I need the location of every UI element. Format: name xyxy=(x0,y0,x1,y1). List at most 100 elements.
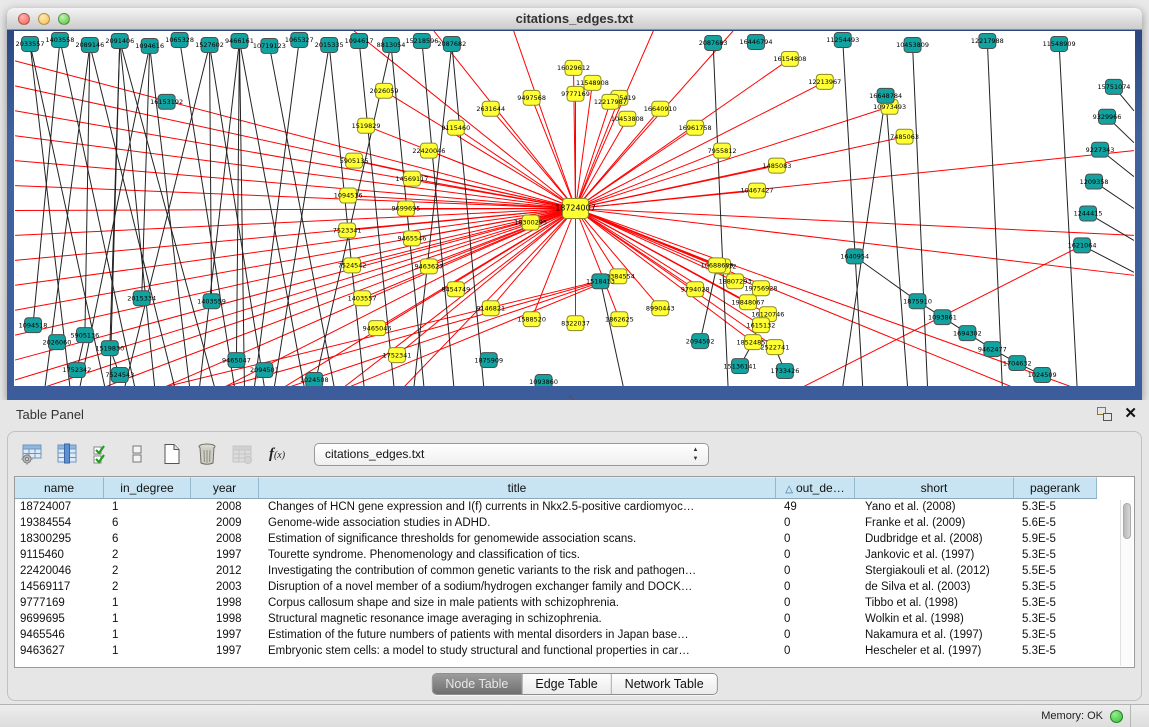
graph-edge[interactable] xyxy=(85,45,90,335)
table-cell[interactable]: 2 xyxy=(104,579,191,595)
graph-edge[interactable] xyxy=(239,41,244,386)
graph-edge[interactable] xyxy=(491,109,576,209)
function-builder-icon[interactable]: f(x) xyxy=(265,442,289,466)
close-panel-icon[interactable]: ✕ xyxy=(1124,407,1137,421)
table-row[interactable]: 911546021997Tourette syndrome. Phenomeno… xyxy=(15,547,1097,563)
table-cell[interactable]: Stergiakouli et al. (2012) xyxy=(855,563,1014,579)
table-cell[interactable]: Investigating the contribution of common… xyxy=(259,563,776,579)
graph-edge[interactable] xyxy=(713,43,728,386)
table-cell[interactable]: Corpus callosum shape and size in male p… xyxy=(259,595,776,611)
column-header-year[interactable]: year xyxy=(191,477,259,498)
table-options-icon[interactable] xyxy=(20,442,44,466)
table-cell[interactable]: 1 xyxy=(104,595,191,611)
table-cell[interactable]: Nakamura et al. (1997) xyxy=(855,627,1014,643)
table-cell[interactable]: 9465546 xyxy=(15,627,104,643)
graph-edge[interactable] xyxy=(15,209,575,211)
graph-edge[interactable] xyxy=(987,41,1002,386)
table-cell[interactable]: Tibbo et al. (1998) xyxy=(855,595,1014,611)
table-cell[interactable]: 5.3E-5 xyxy=(1014,595,1097,611)
table-cell[interactable]: Changes of HCN gene expression and I(f) … xyxy=(259,499,776,515)
table-cell[interactable]: 1 xyxy=(104,611,191,627)
table-cell[interactable]: 1998 xyxy=(191,611,259,627)
table-cell[interactable]: 5.3E-5 xyxy=(1014,643,1097,659)
table-cell[interactable]: 9463627 xyxy=(15,643,104,659)
show-columns-icon[interactable] xyxy=(55,442,79,466)
table-cell[interactable]: 19384554 xyxy=(15,515,104,531)
table-cell[interactable]: 1 xyxy=(104,627,191,643)
table-cell[interactable]: 49 xyxy=(776,499,855,515)
table-row[interactable]: 946362711997Embryonic stem cells: a mode… xyxy=(15,643,1097,659)
table-cell[interactable]: Structural magnetic resonance image aver… xyxy=(259,611,776,627)
column-header-pagerank[interactable]: pagerank xyxy=(1014,477,1097,498)
table-scrollbar-thumb[interactable] xyxy=(1123,503,1131,539)
graph-edge[interactable] xyxy=(700,265,717,341)
float-panel-icon[interactable] xyxy=(1097,407,1112,421)
table-cell[interactable]: 2003 xyxy=(191,579,259,595)
table-cell[interactable]: Jankovic et al. (1997) xyxy=(855,547,1014,563)
table-cell[interactable]: 0 xyxy=(776,563,855,579)
graph-edge[interactable] xyxy=(120,41,215,386)
graph-edge[interactable] xyxy=(33,40,60,325)
network-table-selector[interactable]: citations_edges.txt ▲▼ xyxy=(314,443,709,466)
table-cell[interactable]: 2 xyxy=(104,547,191,563)
table-cell[interactable]: Wolkin et al. (1998) xyxy=(855,611,1014,627)
table-row[interactable]: 1456911722003Disruption of a novel membe… xyxy=(15,579,1097,595)
table-cell[interactable]: 1997 xyxy=(191,643,259,659)
column-header-name[interactable]: name xyxy=(15,477,104,498)
table-scrollbar[interactable] xyxy=(1120,500,1133,666)
graph-edge[interactable] xyxy=(210,45,212,301)
table-cell[interactable]: 0 xyxy=(776,611,855,627)
table-cell[interactable]: 5.3E-5 xyxy=(1014,547,1097,563)
table-cell[interactable]: 0 xyxy=(776,643,855,659)
graph-edge[interactable] xyxy=(15,136,575,209)
graph-edge[interactable] xyxy=(532,98,576,209)
graph-edge[interactable] xyxy=(200,41,240,386)
table-cell[interactable]: 2008 xyxy=(191,531,259,547)
table-cell[interactable]: Dudbridge et al. (2008) xyxy=(855,531,1014,547)
table-row[interactable]: 946554611997Estimation of the future num… xyxy=(15,627,1097,643)
table-row[interactable]: 977716911998Corpus callosum shape and si… xyxy=(15,595,1097,611)
window-titlebar[interactable]: citations_edges.txt xyxy=(7,8,1142,30)
table-cell[interactable]: 5.3E-5 xyxy=(1014,627,1097,643)
graph-edge[interactable] xyxy=(274,45,329,386)
table-cell[interactable]: 0 xyxy=(776,595,855,611)
table-row[interactable]: 1830029562008Estimation of significance … xyxy=(15,531,1097,547)
table-cell[interactable]: Tourette syndrome. Phenomenology and cla… xyxy=(259,547,776,563)
table-cell[interactable]: Estimation of significance thresholds fo… xyxy=(259,531,776,547)
table-cell[interactable]: 1998 xyxy=(191,595,259,611)
table-cell[interactable]: 0 xyxy=(776,547,855,563)
table-cell[interactable]: 5.3E-5 xyxy=(1014,499,1097,515)
graph-edge[interactable] xyxy=(397,209,575,356)
graph-edge[interactable] xyxy=(855,256,918,301)
graph-edge[interactable] xyxy=(575,209,1133,236)
table-cell[interactable]: 14569117 xyxy=(15,579,104,595)
graph-edge[interactable] xyxy=(575,102,610,209)
table-row[interactable]: 969969511998Structural magnetic resonanc… xyxy=(15,611,1097,627)
table-cell[interactable]: 18300295 xyxy=(15,531,104,547)
tab-edge-table[interactable]: Edge Table xyxy=(522,674,611,694)
table-cell[interactable]: Estimation of the future numbers of pati… xyxy=(259,627,776,643)
graph-edge[interactable] xyxy=(575,209,1072,387)
delete-column-icon[interactable] xyxy=(195,442,219,466)
graph-edge[interactable] xyxy=(239,41,304,386)
table-cell[interactable]: 2012 xyxy=(191,563,259,579)
table-cell[interactable]: 22420046 xyxy=(15,563,104,579)
graph-edge[interactable] xyxy=(254,40,299,386)
table-cell[interactable]: Disruption of a novel member of a sodium… xyxy=(259,579,776,595)
table-cell[interactable]: 1997 xyxy=(191,547,259,563)
rows-icon[interactable] xyxy=(125,442,149,466)
table-cell[interactable]: de Silva et al. (2003) xyxy=(855,579,1014,595)
table-cell[interactable]: 9699695 xyxy=(15,611,104,627)
table-cell[interactable]: 9777169 xyxy=(15,595,104,611)
table-cell[interactable]: Franke et al. (2009) xyxy=(855,515,1014,531)
zoom-window-button[interactable] xyxy=(58,13,70,25)
table-cell[interactable]: 0 xyxy=(776,627,855,643)
graph-edge[interactable] xyxy=(575,151,1133,209)
close-window-button[interactable] xyxy=(18,13,30,25)
graph-edge[interactable] xyxy=(575,31,733,209)
table-cell[interactable]: Genome-wide association studies in ADHD. xyxy=(259,515,776,531)
table-cell[interactable]: 6 xyxy=(104,531,191,547)
graph-edge[interactable] xyxy=(15,186,575,209)
graph-edge[interactable] xyxy=(180,40,235,386)
minimize-window-button[interactable] xyxy=(38,13,50,25)
